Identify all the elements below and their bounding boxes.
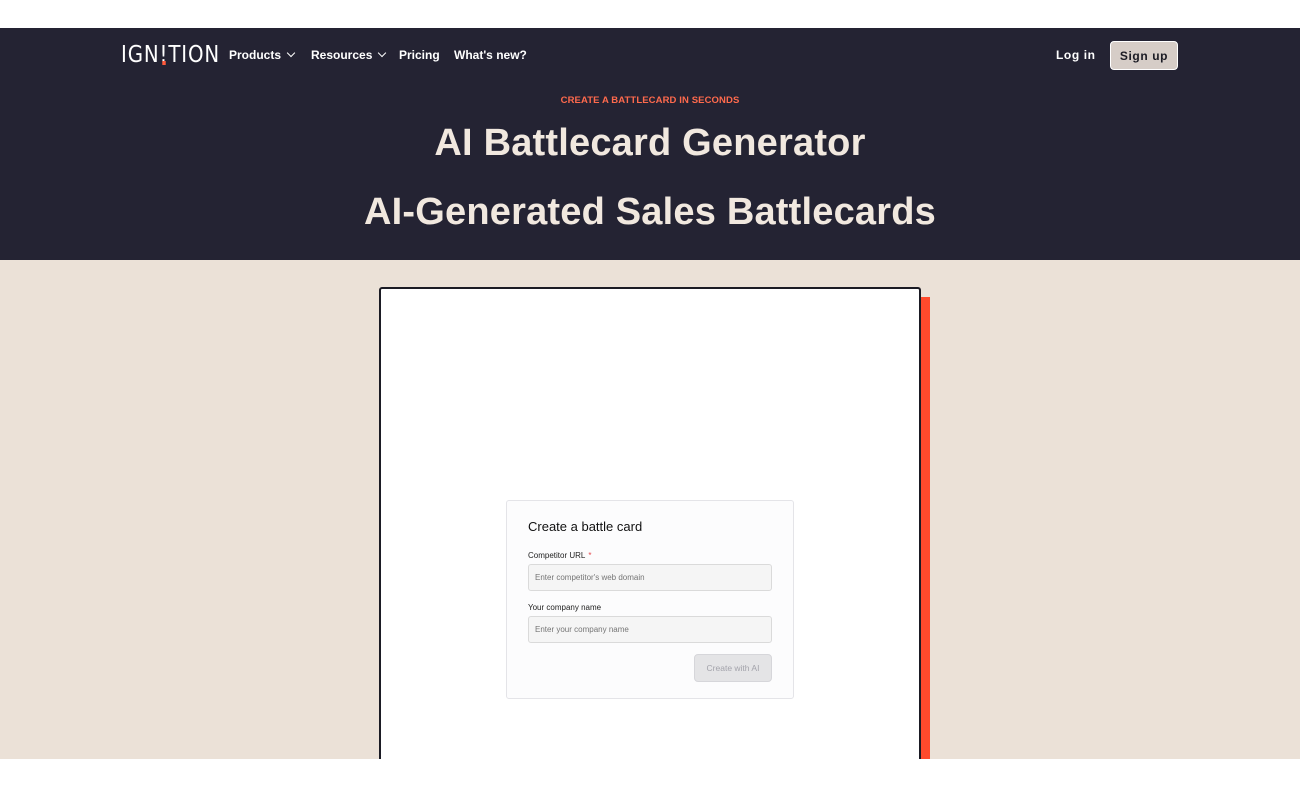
nav-item-label: Resources bbox=[311, 48, 373, 62]
nav-item-products[interactable]: Products bbox=[229, 48, 296, 62]
nav-item-label: Pricing bbox=[399, 48, 440, 62]
nav-item-pricing[interactable]: Pricing bbox=[399, 48, 440, 62]
company-name-input[interactable] bbox=[528, 616, 772, 643]
top-navigation: IGN!TION Products Resources Pricing What… bbox=[0, 28, 1300, 82]
bottom-margin bbox=[0, 759, 1300, 788]
nav-item-resources[interactable]: Resources bbox=[311, 48, 387, 62]
card-shadow bbox=[921, 297, 930, 759]
page-title: AI Battlecard Generator bbox=[434, 122, 866, 164]
logo-suffix: TION bbox=[168, 42, 221, 68]
chevron-down-icon bbox=[378, 48, 387, 58]
form-title: Create a battle card bbox=[528, 519, 643, 534]
logo-prefix: IGN bbox=[121, 42, 160, 68]
login-link[interactable]: Log in bbox=[1056, 48, 1096, 62]
ignition-logo[interactable]: IGN!TION bbox=[121, 42, 220, 68]
company-name-label: Your company name bbox=[528, 603, 602, 612]
nav-item-whats-new[interactable]: What's new? bbox=[454, 48, 527, 62]
page-subtitle: AI-Generated Sales Battlecards bbox=[363, 191, 936, 233]
top-margin bbox=[0, 0, 1300, 28]
logo-bang: ! bbox=[159, 42, 169, 68]
competitor-url-label: Competitor URL * bbox=[528, 551, 591, 560]
battlecard-form: Create a battle card Competitor URL* You… bbox=[506, 500, 794, 699]
competitor-url-label-text: Competitor URL bbox=[528, 551, 586, 560]
create-with-ai-button[interactable]: Create with AI bbox=[694, 654, 772, 682]
nav-item-label: What's new? bbox=[454, 48, 527, 62]
nav-item-label: Products bbox=[229, 48, 282, 62]
signup-button[interactable]: Sign up bbox=[1110, 41, 1178, 70]
hero-section: IGN!TION Products Resources Pricing What… bbox=[0, 28, 1300, 260]
hero-eyebrow: CREATE A BATTLECARD IN SECONDS bbox=[560, 95, 740, 106]
required-mark: * bbox=[588, 551, 592, 560]
competitor-url-input[interactable] bbox=[528, 564, 772, 591]
chevron-down-icon bbox=[286, 48, 296, 58]
